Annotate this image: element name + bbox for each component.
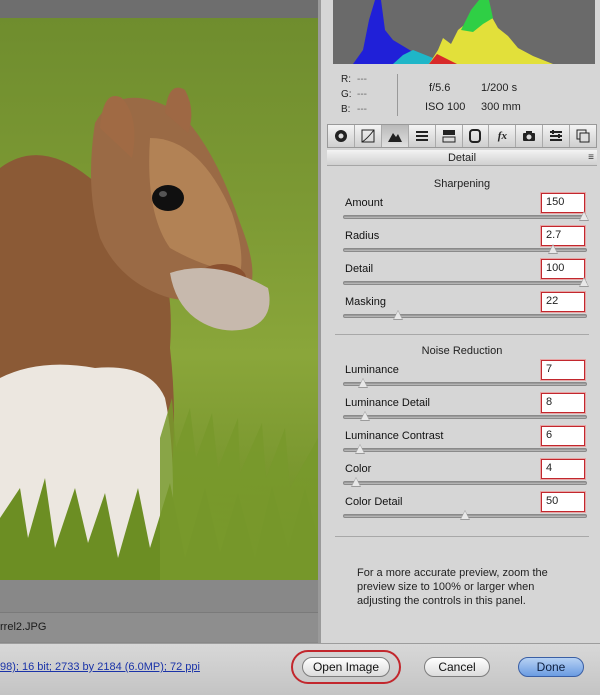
iso-value: ISO 100 (425, 101, 466, 113)
filename-label: rrel2.JPG (0, 621, 47, 633)
masking-input[interactable]: 22 (541, 292, 585, 312)
lens-corrections-icon (469, 129, 482, 143)
luminance-detail-slider-thumb[interactable] (360, 411, 370, 421)
luminance-contrast-label: Luminance Contrast (345, 430, 444, 442)
color-label: Color (345, 463, 372, 475)
basic-icon (334, 130, 347, 142)
panel-title-bar: Detail ≡ (327, 150, 597, 166)
tab-detail[interactable] (381, 125, 409, 147)
image-preview-area: rrel2.JPG (0, 0, 318, 643)
radius-slider[interactable] (343, 244, 587, 254)
panel-tab-bar: fx (327, 124, 597, 148)
b-readout: B: --- (341, 104, 367, 115)
luminance-contrast-slider[interactable] (343, 444, 587, 454)
radius-input[interactable]: 2.7 (541, 226, 585, 246)
color-detail-label: Color Detail (345, 496, 403, 508)
luminance-detail-input[interactable]: 8 (541, 393, 585, 413)
amount-input[interactable]: 150 (541, 193, 585, 213)
masking-label: Masking (345, 296, 386, 308)
detail-input[interactable]: 100 (541, 259, 585, 279)
color-input[interactable]: 4 (541, 459, 585, 479)
effects-icon: fx (497, 130, 507, 142)
amount-label: Amount (345, 197, 383, 209)
amount-slider[interactable] (343, 211, 589, 221)
tab-presets[interactable] (543, 125, 571, 147)
color-detail-input[interactable]: 50 (541, 492, 585, 512)
zoom-hint-text: For a more accurate preview, zoom the pr… (357, 567, 548, 607)
g-readout: G: --- (341, 89, 367, 100)
rgb-readout: R: --- G: --- B: --- f/5.6 1/200 s ISO 100 … (321, 70, 600, 122)
radius-label: Radius (345, 230, 380, 242)
detail-slider[interactable] (343, 277, 589, 287)
tab-basic[interactable] (328, 125, 355, 147)
color-slider-thumb[interactable] (351, 477, 361, 487)
cancel-button[interactable]: Cancel (424, 657, 490, 677)
luminance-detail-slider[interactable] (343, 411, 587, 421)
tab-split-toning[interactable] (436, 125, 463, 147)
luminance-slider-thumb[interactable] (358, 378, 368, 388)
masking-slider-thumb[interactable] (393, 310, 403, 320)
hsl-icon (415, 131, 428, 141)
preview-top-bar (0, 0, 318, 18)
section-divider (335, 334, 589, 335)
sharpening-title: Sharpening (433, 178, 491, 190)
camera-calibration-icon (523, 131, 536, 141)
masking-slider[interactable] (343, 310, 587, 320)
tab-snapshots[interactable] (570, 125, 596, 147)
adjustment-panel: R: --- G: --- B: --- f/5.6 1/200 s ISO 100 … (318, 0, 600, 643)
luminance-contrast-slider-thumb[interactable] (355, 444, 365, 454)
luminance-detail-label: Luminance Detail (345, 397, 430, 409)
amount-slider-thumb[interactable] (579, 211, 589, 221)
open-image-button[interactable]: Open Image (302, 657, 390, 677)
color-detail-slider-thumb[interactable] (460, 510, 470, 520)
done-button[interactable]: Done (518, 657, 584, 677)
workflow-options-link[interactable]: 98); 16 bit; 2733 by 2184 (6.0MP); 72 pp… (0, 661, 200, 673)
tab-camera-calibration[interactable] (516, 125, 544, 147)
r-readout: R: --- (341, 74, 367, 85)
color-detail-slider[interactable] (343, 510, 587, 520)
bottom-bar: 98); 16 bit; 2733 by 2184 (6.0MP); 72 pp… (0, 643, 600, 695)
shutter-value: 1/200 s (481, 82, 518, 94)
detail-label: Detail (345, 263, 374, 275)
tab-lens-corrections[interactable] (463, 125, 490, 147)
tone-curve-icon (361, 129, 375, 143)
split-toning-icon (442, 130, 456, 143)
luminance-contrast-input[interactable]: 6 (541, 426, 585, 446)
focal-length-value: 300 mm (481, 101, 521, 113)
luminance-slider[interactable] (343, 378, 587, 388)
histogram (333, 0, 595, 64)
panel-menu-icon[interactable]: ≡ (588, 150, 594, 166)
luminance-label: Luminance (345, 364, 399, 376)
presets-icon (550, 130, 563, 141)
luminance-input[interactable]: 7 (541, 360, 585, 380)
detail-icon (387, 133, 402, 142)
radius-slider-thumb[interactable] (548, 244, 558, 254)
noise-reduction-title: Noise Reduction (421, 345, 503, 357)
filename-bar: rrel2.JPG (0, 612, 318, 642)
color-slider[interactable] (343, 477, 587, 487)
preview-image[interactable] (0, 18, 318, 580)
tab-tone-curve[interactable] (355, 125, 382, 147)
section-divider (335, 536, 589, 537)
panel-title: Detail (447, 152, 477, 164)
tab-effects[interactable]: fx (489, 125, 517, 147)
detail-slider-thumb[interactable] (579, 277, 589, 287)
readout-divider (397, 74, 398, 116)
aperture-value: f/5.6 (429, 82, 451, 94)
snapshots-icon (576, 129, 590, 143)
tab-hsl[interactable] (409, 125, 436, 147)
